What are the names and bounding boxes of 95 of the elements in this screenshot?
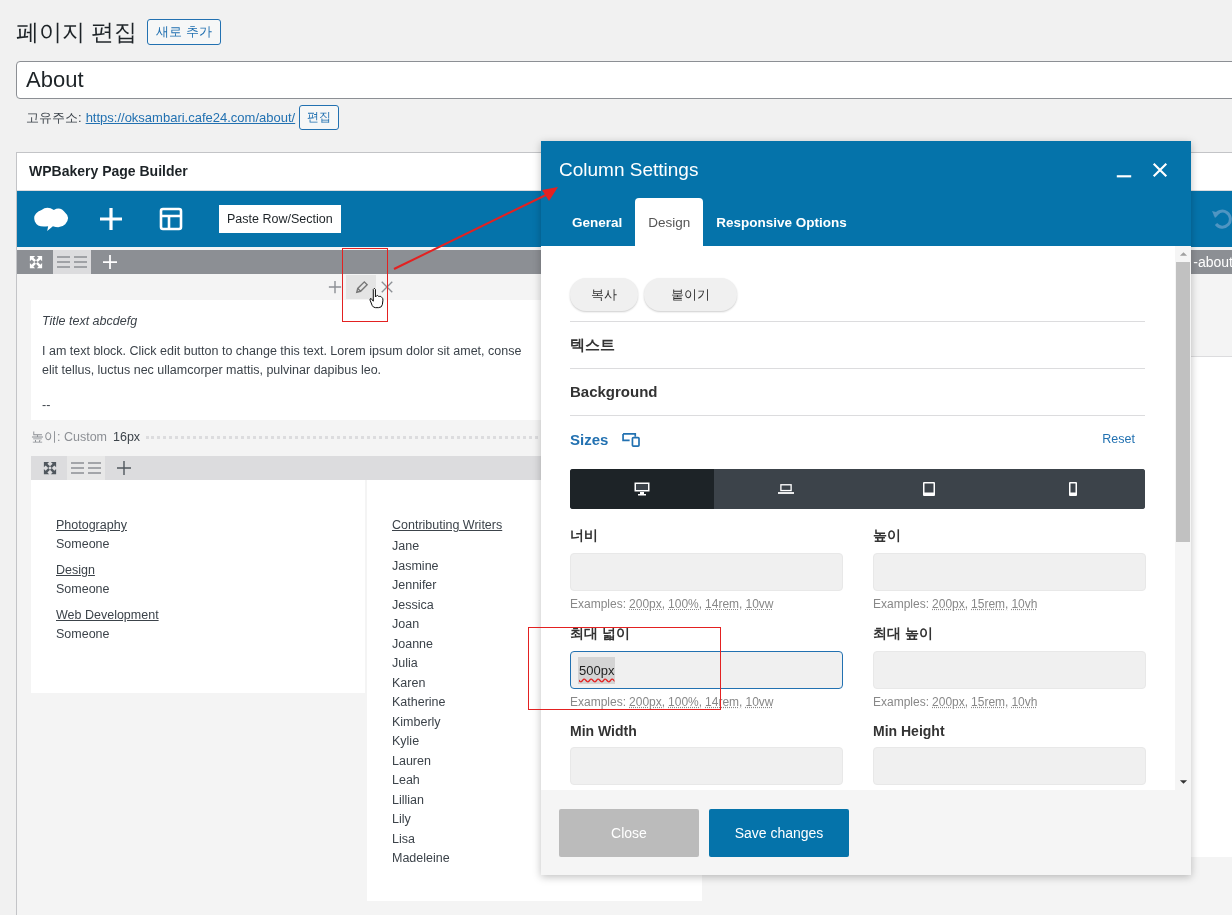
spacer-value: 16px (113, 430, 141, 444)
writer-name: Joanne (392, 635, 433, 653)
writer-name: Madeleine (392, 850, 450, 867)
close-icon[interactable] (1151, 160, 1169, 179)
example-value: 15rem, (971, 597, 1009, 611)
scroll-up-icon[interactable] (1178, 251, 1188, 257)
expand-icon[interactable] (29, 255, 43, 269)
field-label: Min Width (570, 723, 638, 739)
drag-handle-icon[interactable] (53, 250, 91, 274)
hint-label: Examples: (570, 597, 627, 611)
laptop-icon (777, 482, 794, 496)
save-changes-button[interactable]: Save changes (709, 808, 849, 857)
permalink-label: 고유주소: (26, 108, 82, 127)
block-text-line: I am text block. Click edit button to change this text. Lorem ipsum dolor sit amet, conse (42, 343, 522, 360)
delete-icon[interactable] (380, 280, 394, 294)
field-label: 최대 높이 (873, 625, 934, 643)
desktop-tab[interactable] (570, 469, 714, 509)
writer-name: Jasmine (392, 557, 439, 575)
example-value: 200px, (932, 597, 969, 611)
block-title: Title text abcdefg (42, 314, 139, 328)
settings-tab[interactable]: Design (635, 198, 704, 246)
scrollbar[interactable] (1175, 246, 1191, 790)
desktop-icon (633, 482, 650, 496)
devices-icon[interactable] (622, 431, 642, 447)
paste-row-button[interactable]: Paste Row/Section (219, 205, 341, 233)
writer-name: Lillian (392, 791, 424, 809)
drag-handle-icon[interactable] (67, 456, 105, 480)
writer-name: Lisa (392, 830, 415, 848)
writer-name: Katherine (392, 694, 446, 711)
writer-name: Jessica (392, 596, 434, 614)
add-icon[interactable] (328, 280, 342, 294)
edit-button[interactable] (346, 275, 376, 299)
writer-name: Jennifer (392, 577, 437, 594)
hand-cursor-icon (369, 287, 384, 309)
block-text-line: elit tellus, luctus nec ullamcorper mattis, pulvinar dapibus leo. (42, 362, 382, 379)
row-label: -about (1193, 254, 1232, 270)
writer-name: Karen (392, 674, 426, 692)
pencil-icon (353, 279, 369, 295)
settings-tab[interactable]: Responsive Options (703, 198, 860, 246)
credit-name: Someone (56, 537, 110, 551)
add-icon[interactable] (117, 461, 131, 475)
writer-name: Julia (392, 655, 418, 672)
block-text-ending: -- (42, 398, 52, 412)
example-value: 10vw (745, 597, 774, 611)
sizes-heading: Sizes (570, 430, 609, 448)
example-value: 100%, (668, 597, 703, 611)
page-heading: 페이지 편집 (16, 17, 138, 47)
reset-link[interactable]: Reset (1102, 432, 1135, 446)
credit-heading[interactable]: Web Development (56, 608, 159, 622)
settings-tab[interactable]: General (559, 198, 636, 246)
example-value: 200px, (932, 695, 969, 709)
writer-name: Leah (392, 772, 420, 789)
example-value: 10vw (745, 695, 774, 709)
example-value: 200px, (629, 597, 666, 611)
example-value: 100%, (668, 695, 703, 709)
hint-label: Examples: (873, 597, 930, 611)
writer-name: Kimberly (392, 713, 441, 731)
writer-name: Jane (392, 538, 420, 555)
example-value: 15rem, (971, 695, 1009, 709)
hint-label: Examples: (873, 695, 930, 709)
cloud-logo-icon[interactable] (32, 205, 70, 233)
credit-heading[interactable]: Design (56, 563, 95, 577)
credit-heading[interactable]: Photography (56, 518, 127, 532)
credit-name: Someone (56, 627, 110, 641)
title-field[interactable]: About (16, 61, 1232, 99)
copy-button[interactable]: 복사 (570, 278, 638, 311)
writer-name: Lily (392, 811, 411, 828)
writer-name: Joan (392, 616, 420, 633)
input-field[interactable]: 500px (570, 651, 843, 689)
writer-name: Lauren (392, 752, 431, 770)
layout-icon[interactable] (159, 207, 183, 231)
writers-heading[interactable]: Contributing Writers (392, 518, 503, 532)
expand-icon[interactable] (43, 461, 57, 475)
field-label: 너비 (570, 527, 599, 545)
example-value: 14rem, (705, 597, 743, 611)
section-heading[interactable]: 텍스트 (570, 322, 1145, 369)
add-new-button[interactable]: 새로 추가 (147, 19, 221, 45)
scroll-down-icon[interactable] (1178, 779, 1188, 785)
tablet-icon (921, 482, 938, 496)
credit-name: Someone (56, 582, 110, 596)
permalink-edit-button[interactable]: 편집 (299, 105, 340, 130)
paste-button[interactable]: 붙이기 (644, 278, 737, 311)
field-label: Min Height (873, 723, 946, 739)
undo-icon[interactable] (1210, 207, 1232, 231)
spacer-label: 높이: Custom (31, 428, 107, 446)
section-heading[interactable]: Background (570, 369, 1145, 416)
example-value: 10vh (1011, 597, 1038, 611)
writer-name: Kylie (392, 733, 420, 750)
example-value: 200px, (629, 695, 666, 709)
dialog-title: Column Settings (559, 158, 699, 181)
field-label: 최대 넓이 (570, 625, 631, 643)
permalink-link[interactable]: https://oksambari.cafe24.com/about/ (85, 110, 296, 125)
example-value: 10vh (1011, 695, 1038, 709)
field-label: 높이 (873, 527, 902, 545)
hint-label: Examples: (570, 695, 627, 709)
